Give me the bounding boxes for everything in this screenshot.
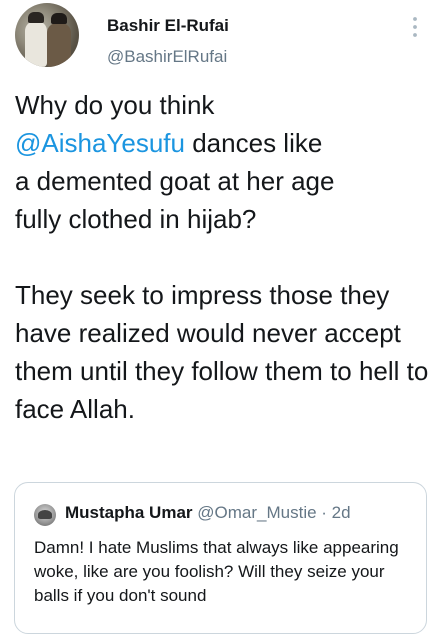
tweet: Bashir El-Rufai @BashirElRufai Why do yo…: [0, 0, 439, 634]
tweet-line-1: Why do you think: [15, 90, 215, 120]
avatar-cap-1: [28, 12, 44, 23]
mention-link[interactable]: @AishaYesufu: [15, 128, 185, 158]
author-display-name[interactable]: Bashir El-Rufai: [107, 16, 229, 36]
avatar-person-1: [25, 21, 47, 67]
quoted-tweet-header: Mustapha Umar @Omar_Mustie · 2d: [65, 503, 351, 523]
tweet-line-4: fully clothed in hijab?: [15, 204, 257, 234]
more-vertical-icon[interactable]: [405, 14, 425, 40]
quoted-handle: @Omar_Mustie: [197, 503, 317, 522]
quoted-display-name: Mustapha Umar: [65, 503, 193, 522]
tweet-line-2-rest: dances like: [185, 128, 323, 158]
avatar-person-2: [47, 23, 71, 67]
tweet-text: Why do you think @AishaYesufu dances lik…: [15, 86, 430, 428]
author-avatar[interactable]: [15, 3, 79, 67]
tweet-line-2: @AishaYesufu dances like: [15, 124, 430, 162]
quoted-tweet[interactable]: Mustapha Umar @Omar_Mustie · 2d Damn! I …: [14, 482, 427, 634]
quoted-tweet-text: Damn! I hate Muslims that always like ap…: [34, 538, 399, 605]
quoted-timestamp: 2d: [331, 503, 351, 522]
avatar-cap-2: [51, 13, 67, 24]
quoted-author-avatar: [34, 504, 56, 526]
quoted-separator: ·: [316, 503, 332, 522]
avatar-emblem: [38, 510, 52, 519]
tweet-paragraph-2: They seek to impress those they have rea…: [15, 280, 429, 424]
tweet-line-3: a demented goat at her age: [15, 166, 335, 196]
author-handle[interactable]: @BashirElRufai: [107, 47, 227, 67]
